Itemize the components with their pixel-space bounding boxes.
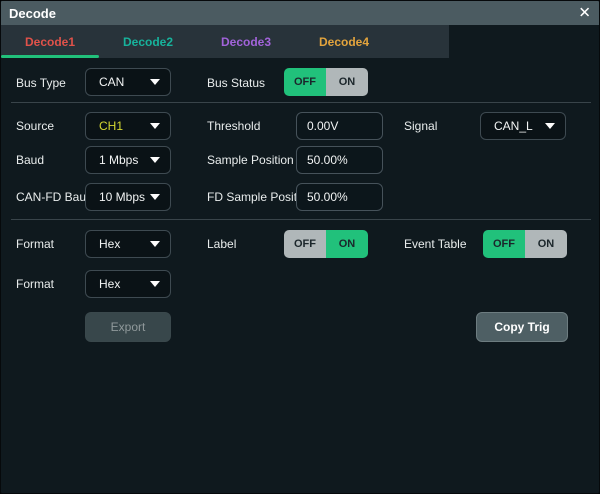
bus-type-label: Bus Type xyxy=(16,76,66,90)
close-icon[interactable]: ✕ xyxy=(578,6,591,21)
separator xyxy=(11,102,591,103)
format2-label: Format xyxy=(16,277,54,291)
tab-decode3[interactable]: Decode3 xyxy=(197,25,295,58)
export-button[interactable]: Export xyxy=(85,312,171,342)
chevron-down-icon xyxy=(150,123,160,129)
label-off-option[interactable]: OFF xyxy=(284,230,326,258)
source-label: Source xyxy=(16,119,54,133)
event-table-toggle[interactable]: OFF ON xyxy=(483,230,567,258)
baud-dropdown[interactable]: 1 Mbps xyxy=(85,146,171,174)
bus-status-label: Bus Status xyxy=(207,76,265,90)
canfd-baud-label: CAN-FD Baud xyxy=(16,190,93,204)
titlebar: Decode ✕ xyxy=(1,1,600,25)
copy-trig-button[interactable]: Copy Trig xyxy=(476,312,568,342)
format2-value: Hex xyxy=(99,277,120,291)
tab-decode3-label: Decode3 xyxy=(221,35,271,49)
format-value: Hex xyxy=(99,237,120,251)
source-value: CH1 xyxy=(99,119,123,133)
chevron-down-icon xyxy=(150,79,160,85)
chevron-down-icon xyxy=(150,194,160,200)
sample-position-input[interactable]: 50.00% xyxy=(296,146,383,174)
label-toggle[interactable]: OFF ON xyxy=(284,230,368,258)
canfd-baud-value: 10 Mbps xyxy=(99,190,145,204)
fd-sample-position-input[interactable]: 50.00% xyxy=(296,183,383,211)
sample-position-value: 50.00% xyxy=(307,153,348,167)
tab-decode2[interactable]: Decode2 xyxy=(99,25,197,58)
tab-decode4[interactable]: Decode4 xyxy=(295,25,393,58)
separator xyxy=(11,219,591,220)
fd-sample-position-value: 50.00% xyxy=(307,190,348,204)
decode-dialog: Decode ✕ Decode1 Decode2 Decode3 Decode4… xyxy=(0,0,600,494)
tab-decode2-label: Decode2 xyxy=(123,35,173,49)
signal-value: CAN_L xyxy=(494,119,533,133)
tab-bar: Decode1 Decode2 Decode3 Decode4 xyxy=(1,25,449,58)
event-table-off-option[interactable]: OFF xyxy=(483,230,525,258)
event-table-label: Event Table xyxy=(404,237,467,251)
threshold-label: Threshold xyxy=(207,119,260,133)
bus-status-off-option[interactable]: OFF xyxy=(284,68,326,96)
bus-type-dropdown[interactable]: CAN xyxy=(85,68,171,96)
format2-dropdown[interactable]: Hex xyxy=(85,270,171,298)
dialog-title: Decode xyxy=(9,6,56,21)
threshold-value: 0.00V xyxy=(307,119,338,133)
threshold-input[interactable]: 0.00V xyxy=(296,112,383,140)
baud-label: Baud xyxy=(16,153,44,167)
chevron-down-icon xyxy=(150,241,160,247)
tab-decode1[interactable]: Decode1 xyxy=(1,25,99,58)
sample-position-label: Sample Position xyxy=(207,153,294,167)
source-dropdown[interactable]: CH1 xyxy=(85,112,171,140)
canfd-baud-dropdown[interactable]: 10 Mbps xyxy=(85,183,171,211)
chevron-down-icon xyxy=(150,281,160,287)
signal-label: Signal xyxy=(404,119,437,133)
signal-dropdown[interactable]: CAN_L xyxy=(480,112,566,140)
format-label: Format xyxy=(16,237,54,251)
chevron-down-icon xyxy=(150,157,160,163)
baud-value: 1 Mbps xyxy=(99,153,138,167)
tab-decode1-label: Decode1 xyxy=(25,35,75,49)
event-table-on-option[interactable]: ON xyxy=(525,230,567,258)
label-on-option[interactable]: ON xyxy=(326,230,368,258)
label-toggle-label: Label xyxy=(207,237,236,251)
chevron-down-icon xyxy=(545,123,555,129)
tab-decode4-label: Decode4 xyxy=(319,35,369,49)
bus-status-toggle[interactable]: OFF ON xyxy=(284,68,368,96)
bus-status-on-option[interactable]: ON xyxy=(326,68,368,96)
format-dropdown[interactable]: Hex xyxy=(85,230,171,258)
bus-type-value: CAN xyxy=(99,75,124,89)
